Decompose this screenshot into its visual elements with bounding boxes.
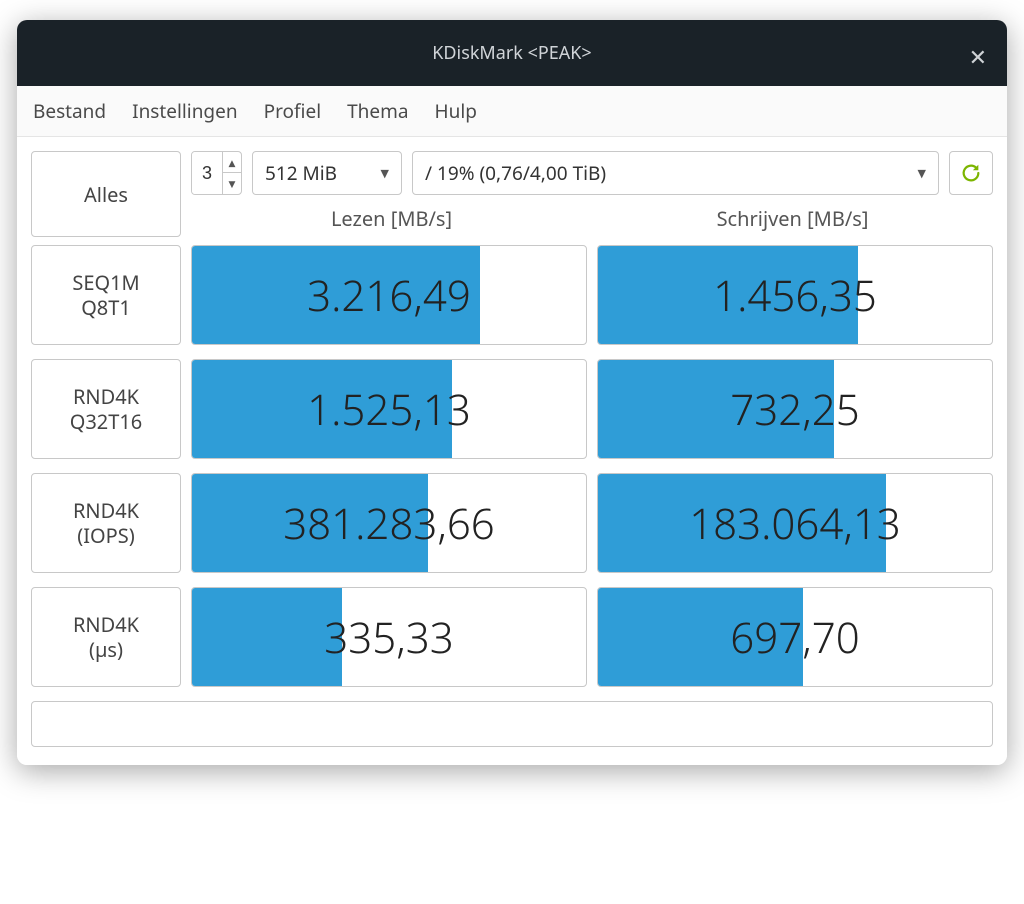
drive-value: / 19% (0,76/4,00 TiB) [425,160,606,186]
table-row: RND4K (µs) 335,33 697,70 [31,587,993,687]
read-cell: 1.525,13 [191,359,587,459]
menu-profile[interactable]: Profiel [264,98,322,124]
test-label: RND4K [73,498,139,523]
size-combo[interactable]: 512 MiB ▼ [252,151,402,195]
close-icon[interactable]: ✕ [969,42,987,72]
run-all-label: Alles [84,181,128,208]
spinner-down-icon[interactable]: ▼ [223,173,241,194]
write-value: 1.456,35 [598,246,992,344]
test-button-seq1m[interactable]: SEQ1M Q8T1 [31,245,181,345]
read-cell: 381.283,66 [191,473,587,573]
drive-combo[interactable]: / 19% (0,76/4,00 TiB) ▼ [412,151,939,195]
window-title: KDiskMark <PEAK> [432,41,591,65]
read-value: 335,33 [192,588,586,686]
write-cell: 183.064,13 [597,473,993,573]
test-button-rnd4k-us[interactable]: RND4K (µs) [31,587,181,687]
loops-input[interactable] [192,152,222,194]
size-value: 512 MiB [265,160,337,186]
controls-bar: ▲ ▼ 512 MiB ▼ / 19% (0,76/4,00 TiB) ▼ [191,151,993,195]
table-row: RND4K Q32T16 1.525,13 732,25 [31,359,993,459]
test-button-rnd4k-iops[interactable]: RND4K (IOPS) [31,473,181,573]
test-sublabel: Q32T16 [70,409,143,434]
write-cell: 732,25 [597,359,993,459]
read-cell: 3.216,49 [191,245,587,345]
table-row: RND4K (IOPS) 381.283,66 183.064,13 [31,473,993,573]
header-read: Lezen [MB/s] [191,205,592,232]
table-row: SEQ1M Q8T1 3.216,49 1.456,35 [31,245,993,345]
menubar: Bestand Instellingen Profiel Thema Hulp [17,86,1007,137]
write-cell: 1.456,35 [597,245,993,345]
write-value: 732,25 [598,360,992,458]
app-window: KDiskMark <PEAK> ✕ Bestand Instellingen … [17,20,1007,765]
column-headers: Lezen [MB/s] Schrijven [MB/s] [191,201,993,232]
test-label: SEQ1M [72,270,139,295]
test-sublabel: (IOPS) [77,523,134,548]
header-write: Schrijven [MB/s] [592,205,993,232]
test-sublabel: (µs) [89,637,123,662]
chevron-down-icon: ▼ [918,166,926,181]
test-label: RND4K [73,384,139,409]
controls-row: Alles ▲ ▼ 512 MiB ▼ [31,151,993,237]
read-value: 3.216,49 [192,246,586,344]
loops-spinner[interactable]: ▲ ▼ [191,151,242,195]
chevron-down-icon: ▼ [381,166,389,181]
test-label: RND4K [73,612,139,637]
spinner-up-icon[interactable]: ▲ [223,152,241,173]
status-bar [31,701,993,747]
refresh-button[interactable] [949,151,993,195]
menu-help[interactable]: Hulp [435,98,477,124]
refresh-icon [960,162,982,184]
read-value: 381.283,66 [192,474,586,572]
titlebar: KDiskMark <PEAK> ✕ [17,20,1007,86]
result-rows: SEQ1M Q8T1 3.216,49 1.456,35 RND4K Q32T1… [31,245,993,687]
menu-file[interactable]: Bestand [33,98,106,124]
run-all-button[interactable]: Alles [31,151,181,237]
write-value: 183.064,13 [598,474,992,572]
write-value: 697,70 [598,588,992,686]
test-sublabel: Q8T1 [81,295,131,320]
menu-settings[interactable]: Instellingen [132,98,237,124]
menu-theme[interactable]: Thema [347,98,408,124]
content: Alles ▲ ▼ 512 MiB ▼ [17,137,1007,765]
read-cell: 335,33 [191,587,587,687]
test-button-rnd4k-q32[interactable]: RND4K Q32T16 [31,359,181,459]
write-cell: 697,70 [597,587,993,687]
controls-right: ▲ ▼ 512 MiB ▼ / 19% (0,76/4,00 TiB) ▼ [191,151,993,232]
read-value: 1.525,13 [192,360,586,458]
